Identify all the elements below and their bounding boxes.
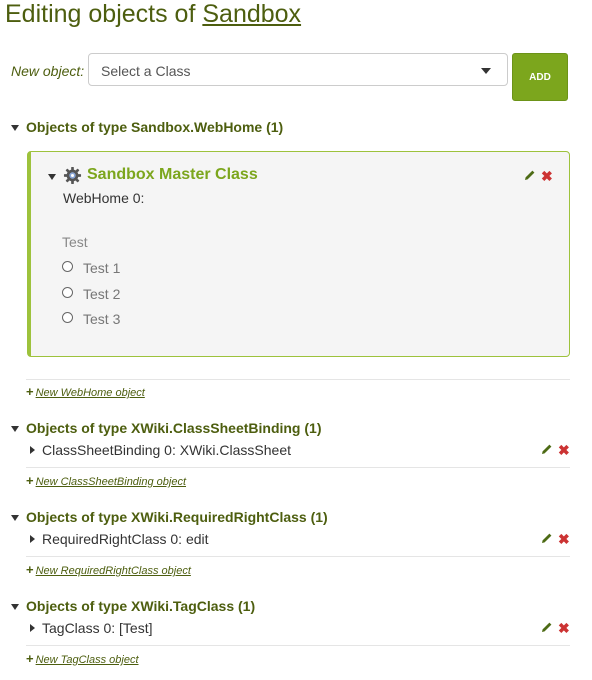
page-title: Editing objects of Sandbox: [5, 0, 301, 29]
delete-x-icon[interactable]: ✖: [558, 621, 570, 635]
object-entry[interactable]: ClassSheetBinding 0: XWiki.ClassSheet: [42, 442, 291, 458]
class-title[interactable]: Sandbox Master Class: [87, 166, 258, 184]
class-select-placeholder: Select a Class: [101, 63, 191, 79]
pencil-icon[interactable]: [541, 532, 553, 544]
expand-toggle-icon[interactable]: [30, 446, 35, 454]
class-select[interactable]: Select a Class: [88, 53, 508, 86]
delete-x-icon[interactable]: ✖: [558, 443, 570, 457]
new-classsheetbinding-object-link[interactable]: + New ClassSheetBinding object: [26, 473, 186, 488]
new-webhome-object-link[interactable]: + New WebHome object: [26, 384, 145, 399]
object-entry[interactable]: RequiredRightClass 0: edit: [42, 531, 209, 547]
divider: [26, 556, 570, 557]
collapse-toggle-icon[interactable]: [11, 604, 19, 610]
group-title-tagclass[interactable]: Objects of type XWiki.TagClass (1): [26, 598, 255, 614]
property-name: Test: [62, 234, 88, 250]
delete-x-icon[interactable]: ✖: [558, 532, 570, 546]
pencil-icon[interactable]: [541, 443, 553, 455]
page-title-prefix: Editing objects of: [5, 0, 196, 28]
collapse-toggle-icon[interactable]: [11, 125, 19, 131]
plus-icon: +: [26, 473, 34, 488]
add-button[interactable]: ADD: [512, 53, 568, 101]
chevron-down-icon: [481, 68, 491, 74]
expand-toggle-icon[interactable]: [30, 535, 35, 543]
divider: [26, 645, 570, 646]
radio-label-test-1: Test 1: [83, 260, 121, 276]
radio-test-2[interactable]: [62, 287, 73, 298]
new-tagclass-object-link[interactable]: + New TagClass object: [26, 651, 139, 666]
pencil-icon[interactable]: [541, 621, 553, 633]
plus-icon: +: [26, 562, 34, 577]
new-object-label: New object:: [11, 63, 85, 79]
collapse-toggle-icon[interactable]: [48, 174, 56, 180]
radio-test-3[interactable]: [62, 312, 73, 323]
gear-icon: [63, 166, 82, 185]
group-title-requiredrightclass[interactable]: Objects of type XWiki.RequiredRightClass…: [26, 509, 328, 525]
plus-icon: +: [26, 384, 34, 399]
new-requiredrightclass-object-link[interactable]: + New RequiredRightClass object: [26, 562, 191, 577]
object-entry[interactable]: TagClass 0: [Test]: [42, 620, 153, 636]
expand-toggle-icon[interactable]: [30, 624, 35, 632]
divider: [26, 467, 570, 468]
group-title-webhome[interactable]: Objects of type Sandbox.WebHome (1): [26, 119, 283, 135]
collapse-toggle-icon[interactable]: [11, 515, 19, 521]
object-label: WebHome 0:: [63, 190, 145, 206]
page-title-link[interactable]: Sandbox: [202, 0, 301, 28]
plus-icon: +: [26, 651, 34, 666]
pencil-icon[interactable]: [524, 169, 536, 181]
radio-test-1[interactable]: [62, 261, 73, 272]
collapse-toggle-icon[interactable]: [11, 426, 19, 432]
radio-label-test-2: Test 2: [83, 286, 121, 302]
radio-label-test-3: Test 3: [83, 311, 121, 327]
group-title-classsheetbinding[interactable]: Objects of type XWiki.ClassSheetBinding …: [26, 420, 321, 436]
divider: [26, 379, 570, 380]
delete-x-icon[interactable]: ✖: [541, 169, 553, 183]
